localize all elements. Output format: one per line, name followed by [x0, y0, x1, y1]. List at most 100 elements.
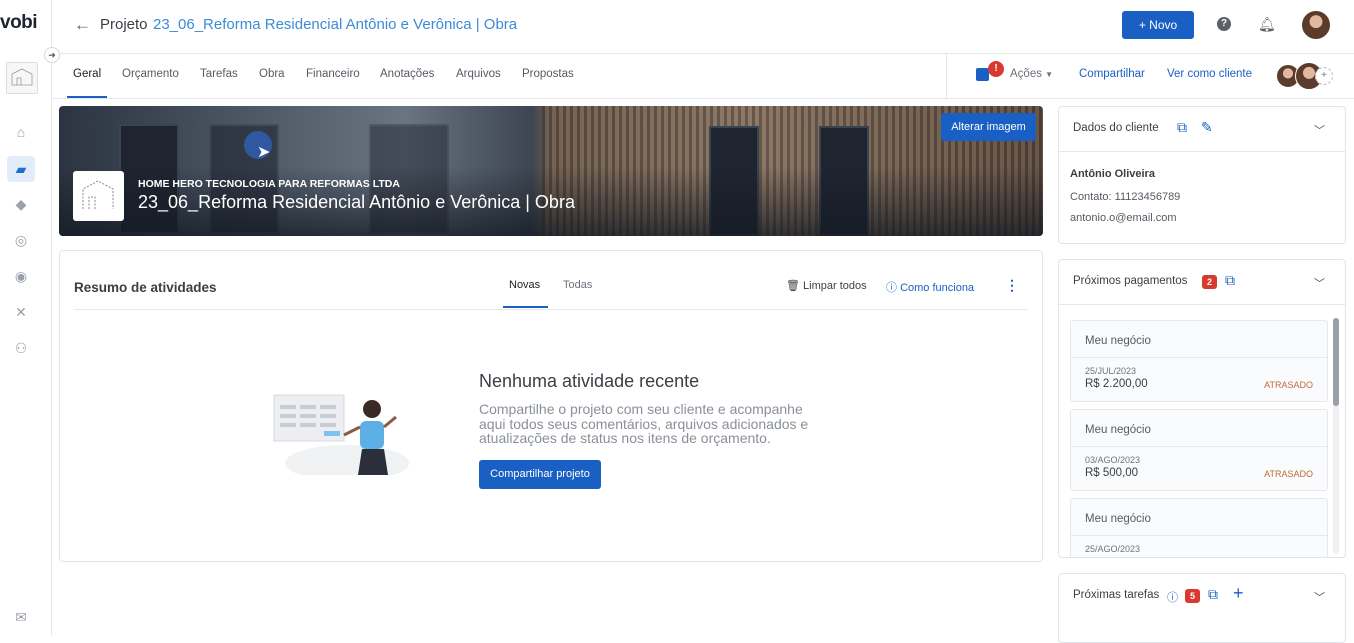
user-avatar[interactable]: [1301, 10, 1331, 40]
more-options-icon[interactable]: ⋮: [1005, 277, 1019, 294]
company-logo: [73, 171, 124, 221]
trash-icon: 🗑︎: [786, 280, 800, 292]
client-contact: Contato: 11123456789: [1070, 191, 1181, 203]
tasks-card-title: Próximas tarefas: [1073, 589, 1160, 601]
divider: [74, 309, 1028, 310]
divider: [1059, 304, 1345, 305]
clear-all-button[interactable]: 🗑︎ Limpar todos: [786, 279, 867, 292]
cursor-arrow-icon: ➤: [257, 144, 271, 161]
payment-item[interactable]: Meu negócio 25/AGO/2023: [1070, 498, 1328, 557]
client-data-card: Dados do cliente ⧉ ✎ ﹀ Antônio Oliveira …: [1058, 106, 1346, 244]
leads-icon[interactable]: ◆: [12, 195, 30, 213]
tab-arquivos[interactable]: Arquivos: [456, 68, 501, 80]
info-icon[interactable]: ⓘ: [1167, 589, 1178, 605]
compass-icon[interactable]: ◎: [12, 231, 30, 249]
payment-status: ATRASADO: [1264, 380, 1313, 390]
back-arrow-icon[interactable]: ←: [74, 15, 91, 35]
project-cover: ➤ Alterar imagem HOME HERO TECNOLOGIA PA…: [59, 106, 1043, 236]
external-link-icon[interactable]: ⧉: [1208, 586, 1218, 603]
projects-folder-icon[interactable]: ▰: [7, 156, 35, 182]
how-it-works-link[interactable]: ⓘ Como funciona: [886, 279, 974, 295]
payment-status: ATRASADO: [1264, 469, 1313, 479]
payment-title: Meu negócio: [1085, 513, 1151, 525]
divider: [1071, 446, 1327, 447]
change-image-button[interactable]: Alterar imagem: [941, 113, 1036, 141]
tab-obra[interactable]: Obra: [259, 68, 285, 80]
users-icon[interactable]: ⚇: [12, 339, 30, 357]
project-thumbnail[interactable]: [6, 62, 38, 94]
payment-item[interactable]: Meu negócio 03/AGO/2023 R$ 500,00 ATRASA…: [1070, 409, 1328, 491]
add-member-icon[interactable]: +: [1315, 67, 1333, 85]
tabs-bar: Geral Orçamento Tarefas Obra Financeiro …: [52, 54, 1354, 99]
question-circle-icon: ⓘ: [886, 282, 897, 294]
tab-tarefas[interactable]: Tarefas: [200, 68, 238, 80]
payment-date: 03/AGO/2023: [1085, 455, 1141, 465]
chevron-down-icon[interactable]: ﹀: [1314, 589, 1325, 605]
tab-propostas[interactable]: Propostas: [522, 68, 574, 80]
vobi-logo: vobi: [0, 12, 38, 33]
payment-date: 25/JUL/2023: [1085, 366, 1137, 376]
empty-state-description: Compartilhe o projeto com seu cliente e …: [479, 402, 808, 446]
empty-state-line: atualizações de status nos itens de orça…: [479, 430, 771, 446]
edit-icon[interactable]: ✎: [1201, 119, 1213, 136]
top-bar: ← Projeto 23_06_Reforma Residencial Antô…: [52, 0, 1354, 54]
active-tab-indicator: [503, 306, 548, 308]
page-title-prefix: Projeto: [100, 16, 148, 33]
chat-icon[interactable]: ✉: [12, 608, 30, 626]
payment-value: R$ 500,00: [1085, 467, 1139, 479]
clear-all-label: Limpar todos: [803, 280, 867, 292]
tab-orcamento[interactable]: Orçamento: [122, 68, 179, 80]
external-link-icon[interactable]: ⧉: [1225, 272, 1235, 289]
payments-card-title: Próximos pagamentos: [1073, 275, 1188, 287]
tab-anotacoes[interactable]: Anotações: [380, 68, 434, 80]
payments-count-badge: 2: [1202, 275, 1217, 289]
project-name-link[interactable]: 23_06_Reforma Residencial Antônio e Verô…: [153, 16, 517, 33]
cover-project-title: 23_06_Reforma Residencial Antônio e Verô…: [138, 192, 575, 212]
divider: [1071, 535, 1327, 536]
home-icon[interactable]: ⌂: [12, 123, 30, 141]
empty-state-illustration: [272, 383, 422, 481]
scrollbar-thumb[interactable]: [1333, 318, 1339, 406]
divider: [1071, 357, 1327, 358]
actions-dropdown[interactable]: Ações ▼: [1010, 68, 1053, 80]
expand-sidebar-button[interactable]: ➜: [44, 47, 60, 63]
external-link-icon[interactable]: ⧉: [1177, 119, 1187, 136]
bell-icon[interactable]: 🔔︎: [1258, 16, 1276, 33]
help-icon[interactable]: ?: [1217, 17, 1231, 31]
tools-icon[interactable]: ✕: [12, 303, 30, 321]
chevron-down-icon[interactable]: ﹀: [1314, 275, 1325, 291]
empty-state-line: Compartilhe o projeto com seu cliente e …: [479, 401, 803, 417]
tab-all-activities[interactable]: Todas: [563, 279, 592, 291]
left-sidebar: vobi ⌂ ▰ ◆ ◎ ◉ ✕ ⚇ ✉: [0, 0, 52, 636]
payment-title: Meu negócio: [1085, 335, 1151, 347]
empty-state-line: aqui todos seus comentários, arquivos ad…: [479, 415, 809, 432]
tab-new-activities[interactable]: Novas: [509, 279, 540, 291]
client-card-title: Dados do cliente: [1073, 122, 1159, 134]
tab-financeiro[interactable]: Financeiro: [306, 68, 360, 80]
calendar-icon[interactable]: [976, 68, 989, 81]
payment-title: Meu negócio: [1085, 424, 1151, 436]
company-name: HOME HERO TECNOLOGIA PARA REFORMAS LTDA: [138, 178, 400, 190]
activity-summary-panel: Resumo de atividades Novas Todas 🗑︎ Limp…: [59, 250, 1043, 562]
tab-geral[interactable]: Geral: [73, 68, 101, 80]
add-task-icon[interactable]: +: [1233, 583, 1244, 604]
actions-alert-badge: !: [988, 61, 1004, 77]
share-link[interactable]: Compartilhar: [1079, 68, 1145, 80]
share-project-button[interactable]: Compartilhar projeto: [479, 460, 601, 489]
caret-down-icon: ▼: [1045, 70, 1054, 79]
upcoming-tasks-card: Próximas tarefas ⓘ 5 ⧉ + ﹀: [1058, 573, 1346, 643]
view-as-client-link[interactable]: Ver como cliente: [1167, 68, 1252, 80]
finance-coins-icon[interactable]: ◉: [12, 267, 30, 285]
payment-item[interactable]: Meu negócio 25/JUL/2023 R$ 2.200,00 ATRA…: [1070, 320, 1328, 402]
chevron-down-icon[interactable]: ﹀: [1314, 122, 1325, 138]
divider: [1059, 151, 1345, 152]
divider: [946, 54, 947, 99]
payment-date: 25/AGO/2023: [1085, 544, 1141, 554]
how-it-works-label: Como funciona: [900, 282, 975, 294]
client-email: antonio.o@email.com: [1070, 212, 1177, 224]
new-button[interactable]: + Novo: [1122, 11, 1194, 39]
activity-title: Resumo de atividades: [74, 280, 217, 295]
actions-label: Ações: [1010, 68, 1042, 80]
client-name: Antônio Oliveira: [1070, 168, 1155, 180]
empty-state-title: Nenhuma atividade recente: [479, 371, 700, 391]
